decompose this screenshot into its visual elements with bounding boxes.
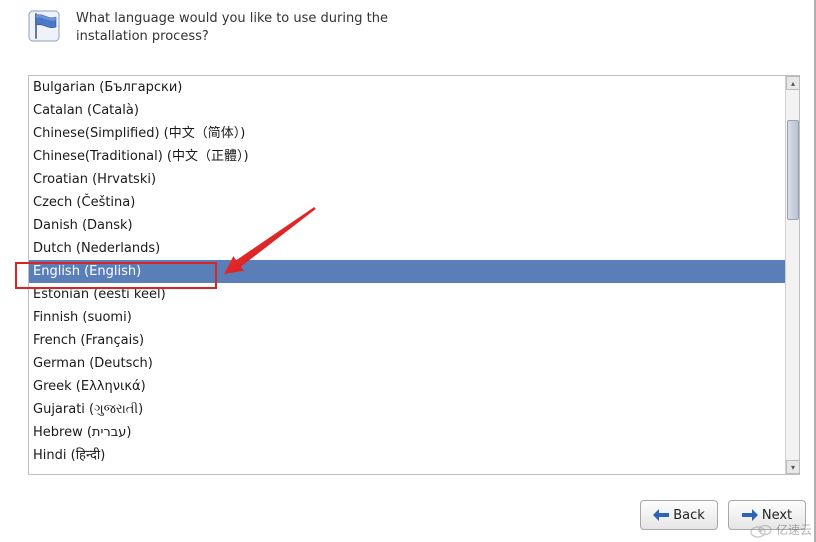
language-option[interactable]: English (English): [29, 260, 785, 283]
language-option[interactable]: Chinese(Simplified) (中文（简体）): [29, 122, 785, 145]
language-list-container: Bulgarian (Български)Catalan (Català)Chi…: [28, 75, 800, 475]
language-option[interactable]: Greek (Ελληνικά): [29, 375, 785, 398]
language-option[interactable]: Bulgarian (Български): [29, 76, 785, 99]
language-option[interactable]: Hindi (हिन्दी): [29, 444, 785, 467]
back-button[interactable]: Back: [640, 500, 718, 530]
language-option[interactable]: Hebrew (עברית): [29, 421, 785, 444]
installer-prompt: What language would you like to use duri…: [76, 8, 416, 45]
language-option[interactable]: Danish (Dansk): [29, 214, 785, 237]
language-list[interactable]: Bulgarian (Български)Catalan (Català)Chi…: [29, 76, 785, 474]
language-option[interactable]: Croatian (Hrvatski): [29, 168, 785, 191]
next-button-label: Next: [762, 508, 792, 523]
language-option[interactable]: Dutch (Nederlands): [29, 237, 785, 260]
next-arrow-icon: [742, 509, 758, 521]
language-option[interactable]: Chinese(Traditional) (中文（正體）): [29, 145, 785, 168]
nav-buttons: Back Next: [640, 500, 806, 530]
language-option[interactable]: German (Deutsch): [29, 352, 785, 375]
language-option[interactable]: French (Français): [29, 329, 785, 352]
scroll-up-button[interactable]: ▴: [786, 76, 800, 90]
header: What language would you like to use duri…: [0, 0, 816, 53]
language-option[interactable]: Estonian (eesti keel): [29, 283, 785, 306]
back-arrow-icon: [653, 509, 669, 521]
language-option[interactable]: Catalan (Català): [29, 99, 785, 122]
flag-icon: [26, 8, 62, 44]
next-button[interactable]: Next: [728, 500, 806, 530]
language-option[interactable]: Gujarati (ગુજરાતી): [29, 398, 785, 421]
scrollbar[interactable]: ▴ ▾: [785, 76, 799, 474]
language-option[interactable]: Finnish (suomi): [29, 306, 785, 329]
scroll-down-button[interactable]: ▾: [786, 460, 800, 474]
language-option[interactable]: Czech (Čeština): [29, 191, 785, 214]
scroll-thumb[interactable]: [787, 120, 799, 220]
back-button-label: Back: [673, 508, 705, 523]
